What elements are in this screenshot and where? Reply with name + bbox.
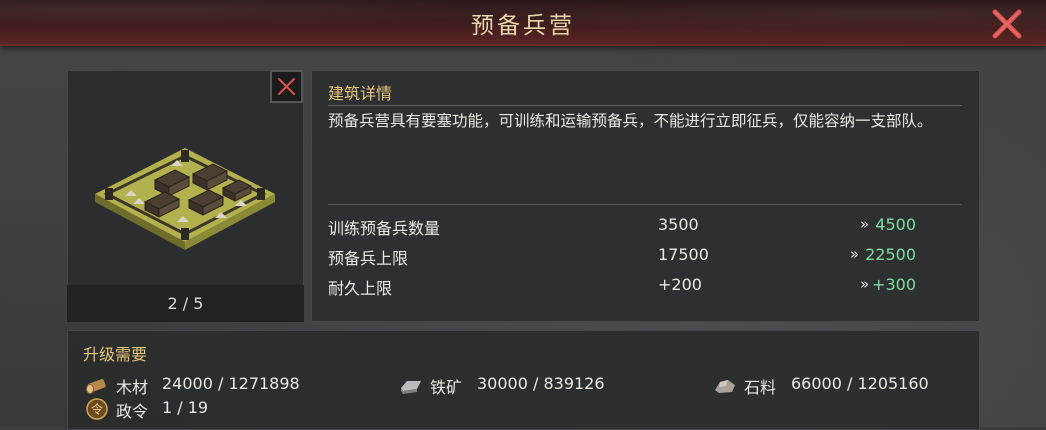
requirements-title: 升级需要 [83,345,148,364]
double-arrow-icon: » [860,275,869,293]
double-arrow-icon: » [860,215,869,233]
stat-current-value: 3500 [658,215,699,234]
window-title: 预备兵营 [471,13,575,39]
stone-icon [715,380,735,393]
image-page-indicator: 2 / 5 [67,285,304,322]
stat-label: 耐久上限 [328,279,393,298]
close-button[interactable] [990,7,1024,41]
resource-name: 政令 [116,402,149,421]
title-bar: 预备兵营 [0,0,1046,46]
resource-name: 铁矿 [430,378,463,397]
stat-label: 预备兵上限 [328,249,409,268]
building-details-panel: 建筑详情 预备兵营具有要塞功能，可训练和运输预备兵，不能进行立即征兵，仅能容纳一… [311,70,980,322]
close-x-icon [278,78,295,95]
building-image-panel: 2 / 5 [67,70,304,322]
close-x-icon [992,9,1022,39]
details-title: 建筑详情 [328,84,393,103]
divider [328,105,962,106]
stat-label: 训练预备兵数量 [328,219,441,238]
wood-log-icon [86,379,106,394]
iron-ore-icon [401,381,421,394]
stat-next-value: 22500 [865,245,916,264]
resource-value: 24000 / 1271898 [162,374,300,393]
stat-row: 耐久上限 +200 » +300 [328,275,968,299]
divider [328,204,962,205]
stat-current-value: 17500 [658,245,709,264]
resource-value: 1 / 19 [162,398,209,417]
decree-token-icon: 令 [86,398,108,420]
building-description: 预备兵营具有要塞功能，可训练和运输预备兵，不能进行立即征兵，仅能容纳一支部队。 [328,112,933,130]
building-image [67,70,304,285]
stat-current-value: +200 [658,275,702,294]
stat-row: 训练预备兵数量 3500 » 4500 [328,215,968,239]
upgrade-requirements-panel: 升级需要 木材 24000 / 1271898 铁矿 30000 / 83912… [67,330,980,430]
resource-value: 30000 / 839126 [477,374,605,393]
stat-next-value: +300 [872,275,916,294]
stat-row: 预备兵上限 17500 » 22500 [328,245,968,269]
image-close-button[interactable] [270,70,303,103]
resource-name: 木材 [116,378,149,397]
stat-next-value: 4500 [875,215,916,234]
resource-name: 石料 [744,378,777,397]
barracks-building-icon [95,148,275,250]
svg-text:令: 令 [91,402,103,417]
double-arrow-icon: » [850,245,859,263]
resource-value: 66000 / 1205160 [791,374,929,393]
